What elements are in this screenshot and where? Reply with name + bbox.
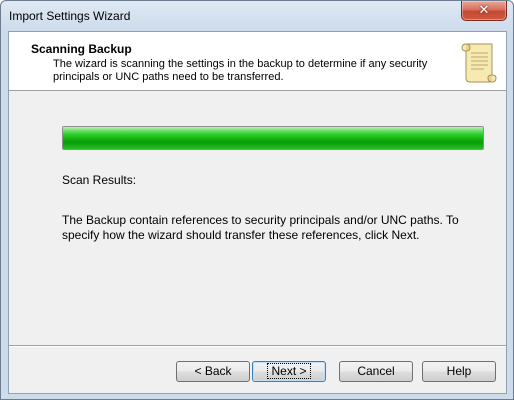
back-button[interactable]: < Back — [176, 361, 250, 382]
button-separator — [9, 345, 506, 347]
cancel-button-label: Cancel — [357, 364, 395, 378]
window-title: Import Settings Wizard — [9, 9, 131, 23]
help-button-label: Help — [446, 364, 472, 378]
scroll-icon — [461, 43, 497, 83]
next-button-label: Next > — [267, 363, 311, 379]
close-icon: ✕ — [478, 2, 490, 17]
wizard-client-area: Scanning Backup The wizard is scanning t… — [8, 31, 507, 394]
progress-fill — [63, 127, 483, 149]
scan-results-message: The Backup contain references to securit… — [62, 213, 459, 242]
back-button-label: < Back — [194, 364, 232, 378]
page-title: Scanning Backup — [31, 42, 132, 56]
cancel-button[interactable]: Cancel — [339, 361, 413, 382]
scan-results-label: Scan Results: — [62, 173, 137, 187]
title-bar[interactable]: Import Settings Wizard ✕ — [1, 1, 513, 31]
close-button[interactable]: ✕ — [461, 1, 507, 21]
next-button[interactable]: Next > — [252, 361, 326, 382]
scan-progress-bar — [62, 126, 484, 150]
page-description: The wizard is scanning the settings in t… — [53, 58, 428, 83]
wizard-header: Scanning Backup The wizard is scanning t… — [9, 32, 506, 91]
wizard-window: Import Settings Wizard ✕ Scanning Backup… — [0, 0, 514, 400]
help-button[interactable]: Help — [422, 361, 496, 382]
